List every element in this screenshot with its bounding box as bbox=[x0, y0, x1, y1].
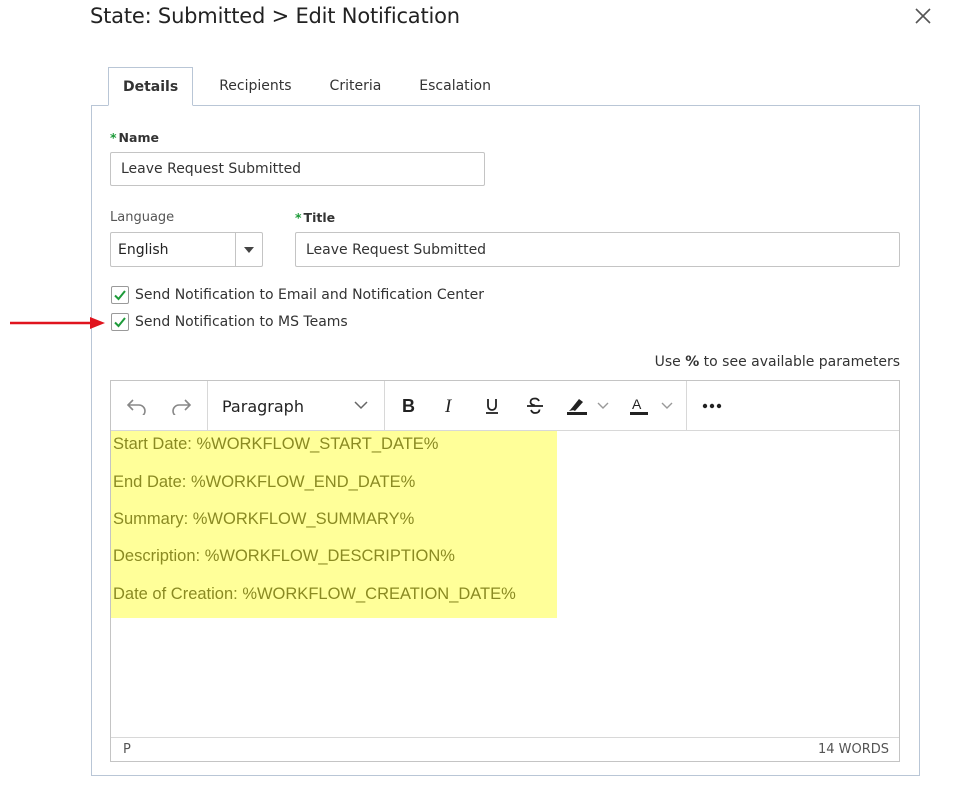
parameters-hint: Use % to see available parameters bbox=[655, 354, 900, 370]
paragraph-format-dropdown[interactable]: Paragraph bbox=[210, 389, 380, 423]
editor-toolbar: Paragraph B I A bbox=[111, 381, 899, 431]
tab-details[interactable]: Details bbox=[108, 67, 194, 106]
font-color-dropdown[interactable] bbox=[657, 389, 677, 423]
editor-statusbar: P 14 WORDS bbox=[111, 737, 899, 761]
title-label: * Title bbox=[295, 210, 335, 225]
content-line[interactable]: Summary: %WORKFLOW_SUMMARY% bbox=[113, 510, 414, 529]
required-marker: * bbox=[110, 130, 117, 145]
language-dropdown-button[interactable] bbox=[236, 233, 262, 266]
check-icon bbox=[114, 290, 126, 301]
paragraph-format-label: Paragraph bbox=[222, 396, 304, 416]
editor-content-highlight[interactable]: Start Date: %WORKFLOW_START_DATE% End Da… bbox=[111, 431, 557, 618]
strikethrough-button[interactable] bbox=[519, 389, 551, 423]
tab-escalation-label: Escalation bbox=[419, 78, 491, 94]
tab-recipients-label: Recipients bbox=[219, 78, 292, 94]
required-marker: * bbox=[295, 210, 302, 225]
language-select-value: English bbox=[118, 241, 169, 258]
font-color-icon: A bbox=[630, 396, 648, 415]
font-color-button[interactable]: A bbox=[623, 389, 655, 423]
more-options-button[interactable] bbox=[696, 389, 728, 423]
email-notification-checkbox[interactable] bbox=[111, 286, 129, 304]
dialog-title: State: Submitted > Edit Notification bbox=[90, 4, 460, 28]
title-label-text: Title bbox=[303, 210, 336, 225]
language-label: Language bbox=[110, 210, 175, 225]
content-line[interactable]: Date of Creation: %WORKFLOW_CREATION_DAT… bbox=[113, 585, 516, 604]
tab-bar: Details Recipients Criteria Escalation bbox=[108, 67, 505, 106]
chevron-down-icon bbox=[354, 401, 368, 410]
ms-teams-label: Send Notification to MS Teams bbox=[135, 314, 348, 330]
italic-button[interactable]: I bbox=[433, 389, 465, 423]
ms-teams-checkbox-row[interactable]: Send Notification to MS Teams bbox=[111, 313, 348, 331]
name-label: * Name bbox=[110, 130, 159, 145]
svg-text:B: B bbox=[402, 397, 415, 415]
toolbar-separator bbox=[384, 381, 385, 431]
strikethrough-icon bbox=[527, 397, 543, 414]
content-line[interactable]: Start Date: %WORKFLOW_START_DATE% bbox=[113, 435, 438, 454]
underline-button[interactable] bbox=[476, 389, 508, 423]
redo-button[interactable] bbox=[165, 389, 197, 423]
toolbar-separator bbox=[686, 381, 687, 431]
content-line[interactable]: Description: %WORKFLOW_DESCRIPTION% bbox=[113, 547, 455, 566]
svg-text:A: A bbox=[632, 396, 642, 412]
annotation-arrow-icon bbox=[10, 317, 105, 329]
name-label-text: Name bbox=[118, 130, 159, 145]
name-field[interactable] bbox=[110, 152, 485, 186]
tab-details-label: Details bbox=[123, 78, 179, 95]
chevron-down-icon bbox=[597, 402, 609, 409]
params-hint-prefix: Use bbox=[654, 354, 686, 370]
bold-icon: B bbox=[402, 397, 415, 415]
italic-icon: I bbox=[444, 397, 453, 415]
close-icon[interactable] bbox=[913, 6, 933, 26]
tab-criteria-label: Criteria bbox=[329, 78, 382, 94]
undo-button[interactable] bbox=[121, 389, 153, 423]
word-count: 14 WORDS bbox=[817, 742, 889, 757]
highlight-icon bbox=[567, 399, 587, 415]
title-field[interactable] bbox=[295, 232, 900, 267]
ms-teams-checkbox[interactable] bbox=[111, 313, 129, 331]
underline-icon bbox=[486, 399, 498, 414]
email-notification-label: Send Notification to Email and Notificat… bbox=[135, 287, 484, 303]
bold-button[interactable]: B bbox=[392, 389, 424, 423]
tab-criteria[interactable]: Criteria bbox=[316, 67, 396, 105]
close-button[interactable] bbox=[913, 6, 933, 26]
chevron-down-icon bbox=[661, 402, 673, 409]
params-hint-symbol: % bbox=[685, 354, 700, 370]
rich-text-editor: Paragraph B I A Start Date: %WORKFLOW_ST… bbox=[110, 380, 900, 762]
toolbar-separator bbox=[207, 381, 208, 431]
highlight-button[interactable] bbox=[561, 389, 593, 423]
language-select[interactable]: English bbox=[110, 232, 263, 267]
tab-escalation[interactable]: Escalation bbox=[405, 67, 505, 105]
email-notification-checkbox-row[interactable]: Send Notification to Email and Notificat… bbox=[111, 286, 484, 304]
undo-icon bbox=[126, 399, 146, 415]
params-hint-suffix: to see available parameters bbox=[699, 354, 900, 370]
caret-down-icon bbox=[244, 246, 254, 253]
more-icon bbox=[702, 403, 722, 409]
tab-recipients[interactable]: Recipients bbox=[205, 67, 305, 105]
redo-icon bbox=[172, 399, 192, 415]
element-path[interactable]: P bbox=[123, 742, 131, 757]
svg-text:I: I bbox=[444, 397, 453, 415]
check-icon bbox=[114, 317, 126, 328]
highlight-dropdown[interactable] bbox=[593, 389, 613, 423]
content-line[interactable]: End Date: %WORKFLOW_END_DATE% bbox=[113, 473, 415, 492]
